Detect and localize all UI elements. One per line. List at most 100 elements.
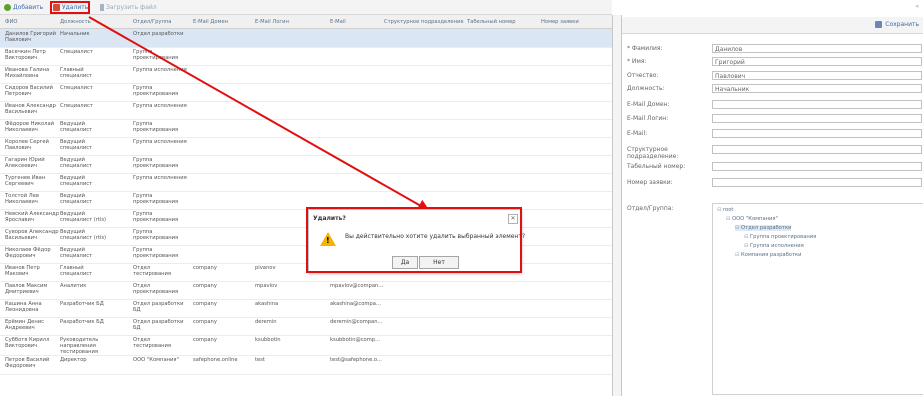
- table-cell-dept: Группа проектирования: [133, 247, 178, 259]
- table-cell-fio: Петров Василий Федорович: [5, 357, 49, 369]
- column-header-email[interactable]: E-Mail: [330, 19, 346, 25]
- table-row[interactable]: Иванова Галина Михайловна Главный специалис…: [0, 65, 612, 84]
- tree-node-label: ООО "Компания": [732, 216, 778, 222]
- tree-node[interactable]: ⊟ Группа проектирования: [744, 234, 816, 240]
- cell-line: Специалист: [60, 49, 93, 55]
- form-toolbar: Сохранить: [622, 17, 923, 34]
- table-cell-dept: Группа исполнения: [133, 103, 187, 109]
- column-header-request-number[interactable]: Номер заявки: [541, 19, 579, 25]
- table-row[interactable]: Данилов Григорий Павлович Начальник Отдел р…: [0, 29, 612, 48]
- cell-line: БД: [133, 307, 141, 313]
- cell-line: Федорович: [5, 253, 36, 259]
- table-row[interactable]: Субботя Кирилл Викторович Руководитель напр…: [0, 335, 612, 356]
- table-cell-fio: Невский Александр Ярославич: [5, 211, 59, 223]
- table-cell-fio: Ерёмин Денис Андреевич: [5, 319, 44, 331]
- field-input[interactable]: [712, 129, 922, 138]
- add-button[interactable]: Добавить: [4, 2, 43, 12]
- table-cell-fio: Данилов Григорий Павлович: [5, 31, 56, 43]
- table-cell-domain: company: [193, 283, 217, 289]
- table-cell-fio: Иванова Галина Михайловна: [5, 67, 49, 79]
- field-input[interactable]: Павлович: [712, 71, 922, 80]
- table-cell-dept: Группа проектирования: [133, 157, 178, 169]
- tree-node-label: Группа проектирования: [750, 234, 817, 240]
- cell-line: Ярославич: [5, 217, 34, 223]
- table-row[interactable]: Петров Василий Федорович Директор ООО "Комп…: [0, 355, 612, 375]
- field-label: Должность:: [627, 85, 665, 92]
- field-input[interactable]: [712, 114, 922, 123]
- table-row[interactable]: Васечкин Петр Викторович Специалист Группа п…: [0, 47, 612, 66]
- table-row[interactable]: Гагарин Юрий Алексеевич Ведущий специалист Г…: [0, 155, 612, 174]
- table-row[interactable]: Павлов Максим Дмитриевич Аналитик Отдел прое…: [0, 281, 612, 300]
- field-input[interactable]: [712, 178, 922, 187]
- field-label: Табельный номер:: [627, 163, 686, 170]
- tree-node[interactable]: ⊟ ООО "Компания": [726, 216, 778, 222]
- field-input[interactable]: [712, 100, 922, 109]
- field-input[interactable]: Начальник: [712, 84, 922, 93]
- cell-line: проектирования: [133, 217, 179, 223]
- table-cell-pos: Начальник: [60, 31, 90, 37]
- table-cell-dept: Группа проектирования: [133, 49, 178, 61]
- table-cell-domain: safephone.online: [193, 357, 238, 363]
- cell-line: Викторович: [5, 343, 38, 349]
- table-cell-fio: Королев Сергей Павлович: [5, 139, 49, 151]
- table-cell-domain: company: [193, 337, 217, 343]
- table-row[interactable]: Тургенев Иван Сергеевич Ведущий специалист Г…: [0, 173, 612, 192]
- table-cell-fio: Суворов Александр Васильевич: [5, 229, 59, 241]
- panel-splitter[interactable]: [613, 15, 622, 396]
- table-cell-email: akashina@compa...: [330, 301, 381, 307]
- table-row[interactable]: Сидоров Василий Петрович Специалист Группа п…: [0, 83, 612, 102]
- table-cell-login: pivanov: [255, 265, 276, 271]
- cell-line: Васильевич: [5, 109, 38, 115]
- cell-line: Аналитик: [60, 283, 87, 289]
- table-row[interactable]: Ерёмин Денис Андреевич Разработчик БД Отдел…: [0, 317, 612, 336]
- cell-line: Группа исполнения: [133, 67, 187, 73]
- department-label: Отдел/Группа:: [627, 205, 674, 212]
- cell-line: Макович: [5, 271, 29, 277]
- field-input[interactable]: Данилов: [712, 44, 922, 53]
- cell-line: специалист: [60, 271, 93, 277]
- table-cell-email: ksubbotin@comp...: [330, 337, 381, 343]
- column-header-email-login[interactable]: E-Mail Логин: [255, 19, 289, 25]
- table-cell-login: akashina: [255, 301, 279, 307]
- table-cell-fio: Толстой Лев Николаевич: [5, 193, 39, 205]
- table-cell-pos: Специалист: [60, 85, 93, 91]
- table-cell-dept: Отдел тестирования: [133, 337, 171, 349]
- table-cell-dept: ООО "Компания": [133, 357, 179, 363]
- column-header-fio[interactable]: ФИО: [5, 19, 17, 25]
- table-cell-fio: Васечкин Петр Викторович: [5, 49, 46, 61]
- table-cell-pos: Ведущий специалист: [60, 193, 92, 205]
- table-cell-dept: Группа исполнения: [133, 175, 187, 181]
- column-header-department[interactable]: Отдел/Группа: [133, 19, 171, 25]
- cell-line: Группа исполнения: [133, 139, 187, 145]
- cell-line: Группа исполнения: [133, 175, 187, 181]
- table-cell-dept: Отдел разработки БД: [133, 301, 183, 313]
- tree-node[interactable]: ⊟ Компания разработки: [735, 252, 801, 258]
- table-cell-pos: Ведущий специалист: [60, 139, 92, 151]
- table-row[interactable]: Фёдоров Николай Николаевич Ведущий специали…: [0, 119, 612, 138]
- table-row[interactable]: Королев Сергей Павлович Ведущий специалист Г…: [0, 137, 612, 156]
- save-button[interactable]: Сохранить: [875, 21, 919, 28]
- cell-line: проектирования: [133, 199, 179, 205]
- collapse-icon[interactable]: «: [915, 3, 919, 10]
- cell-line: специалист: [60, 73, 93, 79]
- tree-node[interactable]: ⊟ root: [717, 207, 733, 213]
- column-header-personnel-number[interactable]: Табельный номер: [467, 19, 516, 25]
- tree-node-label: Компания разработки: [741, 252, 802, 258]
- column-header-structural-unit[interactable]: Структурное подразделение: [384, 19, 464, 25]
- field-label: E-Mail Логин:: [627, 115, 669, 122]
- employees-grid: ФИО Должность Отдел/Группа E-Mail Домен …: [0, 15, 613, 396]
- department-tree: ⊟ root ⊟ ООО "Компания" ⊟ Отдел разработки…: [712, 203, 923, 395]
- cell-line: Отдел разработки: [133, 31, 184, 37]
- cell-line: Федорович: [5, 363, 36, 369]
- table-row[interactable]: Иванов Александр Васильевич Специалист Груп…: [0, 101, 612, 120]
- upload-file-button[interactable]: Загрузить файл: [100, 2, 157, 12]
- column-header-position[interactable]: Должность: [60, 19, 91, 25]
- column-header-email-domain[interactable]: E-Mail Домен: [193, 19, 228, 25]
- tree-node[interactable]: ⊟ Отдел разработки: [735, 225, 792, 231]
- field-input[interactable]: Григорий: [712, 57, 922, 66]
- field-input[interactable]: [712, 162, 922, 171]
- tree-node[interactable]: ⊟ Группа исполнения: [744, 243, 804, 249]
- field-input[interactable]: [712, 145, 922, 154]
- add-icon: [4, 3, 11, 11]
- table-row[interactable]: Кашина Анна Леонидовна Разработчик БД Отдел…: [0, 299, 612, 318]
